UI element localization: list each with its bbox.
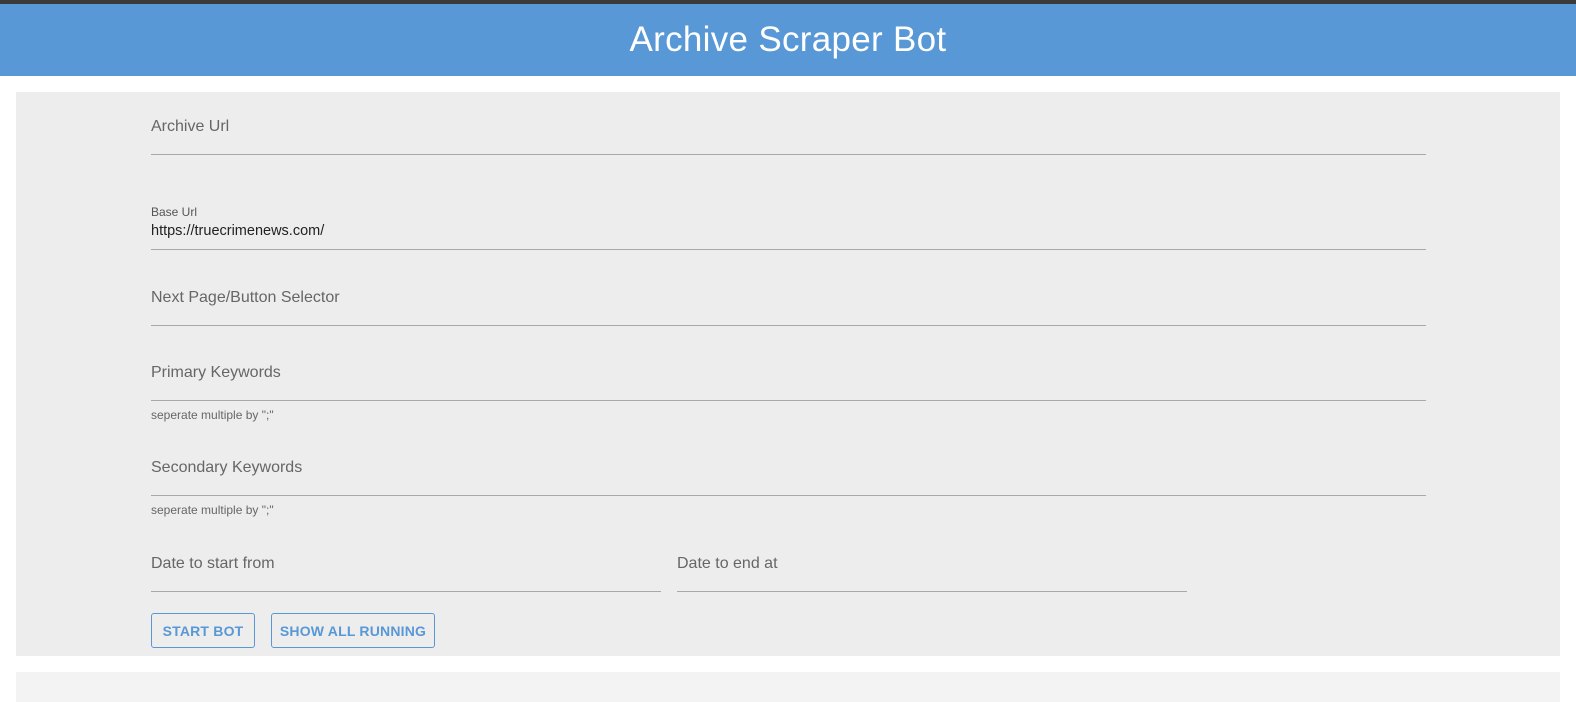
results-panel — [16, 672, 1560, 702]
scraper-form-panel: Archive Url Base Url https://truecrimene… — [16, 92, 1560, 656]
date-start-underline — [151, 591, 661, 592]
page-title: Archive Scraper Bot — [629, 20, 947, 59]
date-end-field[interactable]: Date to end at — [677, 551, 1187, 593]
base-url-underline — [151, 249, 1426, 250]
primary-keywords-label: Primary Keywords — [151, 364, 281, 381]
archive-url-underline — [151, 154, 1426, 155]
secondary-keywords-underline — [151, 495, 1426, 496]
app-header: Archive Scraper Bot — [0, 4, 1576, 76]
base-url-label: Base Url — [151, 205, 198, 219]
secondary-keywords-helper: seperate multiple by ";" — [151, 503, 274, 517]
date-end-underline — [677, 591, 1187, 592]
archive-url-field[interactable]: Archive Url — [151, 114, 1426, 156]
secondary-keywords-label: Secondary Keywords — [151, 459, 303, 476]
primary-keywords-underline — [151, 400, 1426, 401]
archive-url-label: Archive Url — [151, 118, 230, 135]
date-start-label: Date to start from — [151, 555, 275, 572]
primary-keywords-field[interactable]: Primary Keywords — [151, 360, 1426, 402]
primary-keywords-helper: seperate multiple by ";" — [151, 408, 274, 422]
base-url-field[interactable]: Base Url https://truecrimenews.com/ — [151, 202, 1426, 250]
secondary-keywords-field[interactable]: Secondary Keywords — [151, 455, 1426, 497]
date-end-label: Date to end at — [677, 555, 778, 572]
base-url-value[interactable]: https://truecrimenews.com/ — [151, 223, 324, 239]
start-bot-button[interactable]: START BOT — [151, 613, 255, 648]
next-page-selector-field[interactable]: Next Page/Button Selector — [151, 285, 1426, 327]
show-all-running-button[interactable]: SHOW ALL RUNNING — [271, 613, 435, 648]
next-page-selector-label: Next Page/Button Selector — [151, 289, 340, 306]
next-page-selector-underline — [151, 325, 1426, 326]
date-start-field[interactable]: Date to start from — [151, 551, 661, 593]
